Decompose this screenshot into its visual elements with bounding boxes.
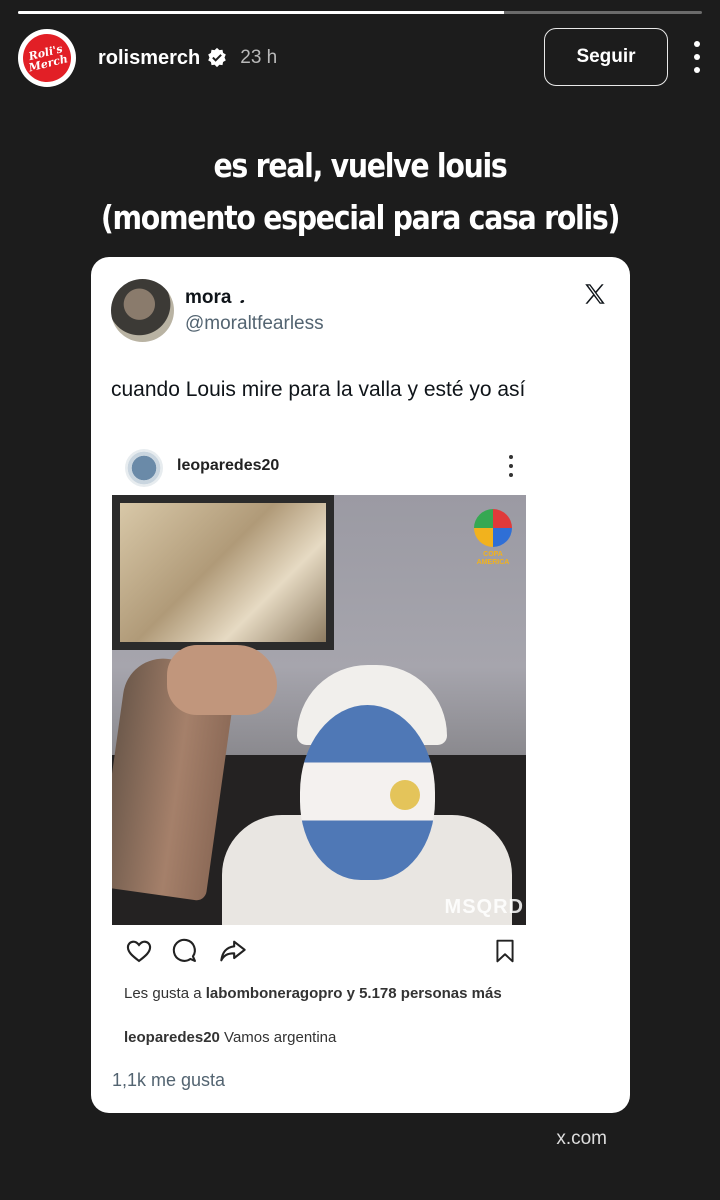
tweet-card[interactable]: mora 𝅘 @moraltfearless cuando Louis mire… xyxy=(91,257,630,1113)
caption-line-2: (momento especial para casa rolis) xyxy=(100,198,621,237)
story-caption: es real, vuelve louis (momento especial … xyxy=(50,140,669,244)
ig-action-bar xyxy=(124,937,524,967)
x-logo-icon xyxy=(585,284,605,304)
post-time: 23 h xyxy=(240,47,278,68)
ig-username: leoparedes20 xyxy=(177,457,280,474)
share-icon xyxy=(220,940,246,962)
caption-line-1: es real, vuelve louis xyxy=(213,146,507,185)
more-options-icon[interactable] xyxy=(692,41,702,73)
source-link[interactable]: x.com xyxy=(556,1128,607,1150)
tweet-author-name-emoji: 𝅘 xyxy=(239,290,245,307)
embedded-instagram-post: leoparedes20 COPA AMERICA MSQRD Les gust… xyxy=(112,441,526,1051)
ig-user-avatar xyxy=(125,449,163,487)
wall-frame xyxy=(112,495,334,650)
tweet-author-avatar[interactable] xyxy=(111,279,174,342)
tweet-like-count[interactable]: 1,1k me gusta xyxy=(112,1070,225,1091)
msqrd-watermark: MSQRD xyxy=(444,896,524,918)
ig-photo: COPA AMERICA MSQRD xyxy=(112,495,526,925)
tweet-author-handle: @moraltfearless xyxy=(185,313,324,334)
ig-more-icon xyxy=(508,455,514,477)
story-progress-bar xyxy=(18,11,702,14)
flag-sun xyxy=(390,780,420,810)
copa-america-logo: COPA AMERICA xyxy=(468,509,518,579)
verified-badge-icon xyxy=(206,47,228,69)
ig-likes-text: Les gusta a labomboneragopro y 5.178 per… xyxy=(124,985,502,1002)
story-header: Roli's Merch rolismerch 23 h Seguir xyxy=(17,28,702,88)
tweet-author-name[interactable]: mora 𝅘 xyxy=(185,287,245,309)
heart-icon xyxy=(126,940,152,963)
tweet-author-name-text: mora xyxy=(185,287,232,308)
ig-caption: leoparedes20 Vamos argentina xyxy=(124,1029,337,1046)
roli-merch-logo: Roli's Merch xyxy=(17,28,77,88)
tweet-text: cuando Louis mire para la valla y esté y… xyxy=(111,378,526,401)
follow-button[interactable]: Seguir xyxy=(544,28,668,86)
story-progress-fill xyxy=(18,11,504,14)
account-username[interactable]: rolismerch xyxy=(98,47,200,70)
bookmark-icon xyxy=(496,939,514,963)
fist xyxy=(167,645,277,715)
account-avatar[interactable]: Roli's Merch xyxy=(17,28,77,88)
comment-icon xyxy=(172,938,196,962)
